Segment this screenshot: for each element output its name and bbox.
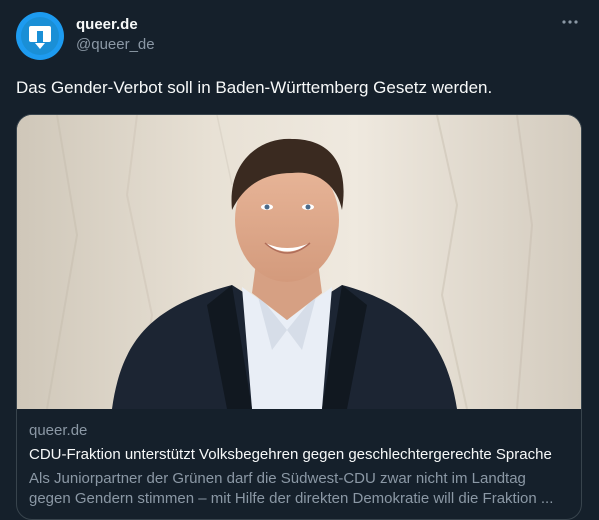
link-card[interactable]: queer.de CDU-Fraktion unterstützt Volksb… (16, 114, 582, 520)
portrait-photo (17, 115, 581, 409)
card-body[interactable]: queer.de CDU-Fraktion unterstützt Volksb… (17, 409, 581, 509)
tweet[interactable]: queer.de @queer_de Das Gender-Verbot sol… (0, 0, 599, 520)
display-name[interactable]: queer.de (76, 15, 557, 35)
account-names: queer.de @queer_de (76, 15, 557, 55)
card-title[interactable]: CDU-Fraktion unterstützt Volksbegehren g… (29, 445, 569, 465)
tweet-text: Das Gender-Verbot soll in Baden-Württemb… (16, 78, 493, 97)
card-image[interactable] (17, 115, 581, 409)
avatar[interactable] (16, 12, 64, 60)
account-handle[interactable]: @queer_de (76, 35, 557, 55)
tweet-header: queer.de @queer_de (16, 12, 583, 68)
card-domain: queer.de (29, 422, 88, 439)
card-description-line: Als Juniorpartner der Grünen darf die Sü… (29, 470, 526, 487)
card-description: Als Juniorpartner der Grünen darf die Sü… (29, 469, 569, 509)
queer-de-logo-icon (21, 17, 59, 55)
card-description-line: gegen Gendern stimmen – mit Hilfe der di… (29, 490, 554, 507)
more-options-icon[interactable] (557, 12, 583, 32)
